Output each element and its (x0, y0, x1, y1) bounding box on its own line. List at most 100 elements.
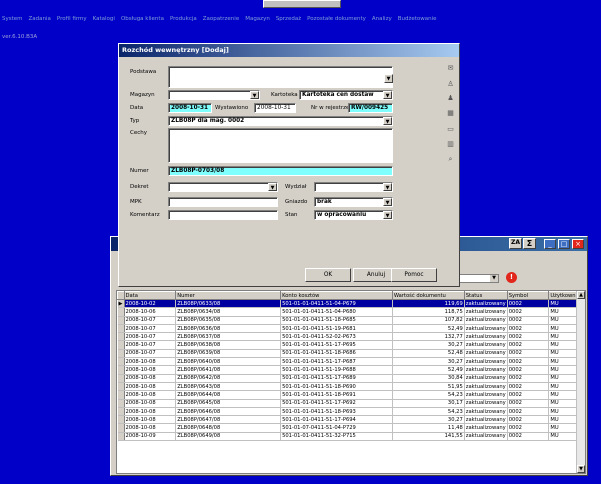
menu-item[interactable]: Zaopatrzenie (203, 16, 239, 22)
table-row[interactable]: 2008-10-08 ZLB08P/0643/08 501-01-01-0411-5… (117, 382, 585, 392)
stop-icon[interactable]: ! (506, 272, 517, 283)
search-icon[interactable]: ⌕ (445, 155, 456, 164)
person-icon[interactable]: ♙ (445, 80, 456, 89)
table-cell: ZLB08P/0646/08 (175, 407, 282, 417)
dekret-select[interactable]: ▼ (168, 182, 278, 192)
people-icon[interactable]: ♟ (445, 94, 456, 103)
table-cell: ZLB08P/0648/08 (175, 423, 282, 433)
komentarz-field[interactable] (168, 210, 278, 220)
table-row[interactable]: 2008-10-08 ZLB08P/0645/08 501-01-01-0411-5… (117, 399, 585, 408)
data-field[interactable]: 2008-10-31 (168, 103, 212, 113)
table-row[interactable]: 2008-10-06 ZLB08P/0634/08 501-01-01-0411-5… (117, 307, 585, 317)
wydzial-select[interactable]: ▼ (314, 182, 393, 192)
table-row[interactable]: 2008-10-08 ZLB08P/0640/08 501-01-01-0411-5… (117, 357, 585, 367)
mpk-label: MPK (130, 199, 142, 205)
table-cell: 501-01-01-0411-51-17-P695 (280, 340, 393, 350)
envelope-icon[interactable]: ✉ (445, 64, 456, 73)
sum-button[interactable]: Σ (523, 238, 536, 249)
cechy-field[interactable] (168, 128, 393, 163)
menu-item[interactable]: Sprzedaż (276, 16, 301, 22)
folders-icon[interactable]: ▭ (445, 125, 456, 134)
calendar-icon[interactable]: ▦ (445, 109, 456, 118)
table-cell: 0002 (507, 365, 550, 375)
vertical-scrollbar[interactable]: ▲ ▼ (576, 291, 585, 473)
table-row[interactable]: ▶ 2008-10-02 ZLB08P/0633/08 501-01-01-0411-… (117, 299, 585, 309)
table-cell: 2008-10-08 (124, 423, 177, 433)
table-row[interactable]: 2008-10-09 ZLB08P/0649/08 501-01-01-0411-5… (117, 432, 585, 442)
typ-select[interactable]: ZLB08P dla mag. 0002 ▼ (168, 116, 393, 126)
menu-item[interactable]: Budżetowanie (398, 16, 437, 22)
kartoteka-select[interactable]: Kartoteka cen dostaw ▼ (299, 90, 393, 100)
menu-item[interactable]: Produkcja (170, 16, 197, 22)
table-cell: 0002 (507, 399, 550, 408)
table-row[interactable]: 2008-10-08 ZLB08P/0648/08 501-01-07-0411-5… (117, 423, 585, 433)
podstawa-field[interactable] (168, 66, 393, 88)
table-cell: 0002 (507, 382, 550, 392)
menu-item[interactable]: Katalogi (93, 16, 115, 22)
table-row[interactable]: 2008-10-07 ZLB08P/0636/08 501-01-01-0411-5… (117, 324, 585, 334)
sort-button[interactable]: ZA (509, 238, 522, 249)
maximize-button[interactable]: □ (558, 239, 570, 249)
column-header[interactable]: Status (463, 291, 508, 300)
table-cell: 501-01-01-0411-52-02-P673 (280, 332, 393, 342)
scroll-down-icon[interactable]: ▼ (577, 465, 585, 473)
stan-select[interactable]: w opracowaniu ▼ (314, 210, 393, 220)
table-cell: 501-01-01-0411-51-18-P693 (280, 407, 393, 417)
chevron-down-icon: ▼ (383, 91, 392, 99)
table-cell: 0002 (507, 349, 550, 359)
menu-item[interactable]: Analizy (372, 16, 392, 22)
table-row[interactable]: 2008-10-08 ZLB08P/0646/08 501-01-01-0411-5… (117, 407, 585, 417)
table-cell: 501-01-01-0411-51-18-P685 (280, 316, 393, 325)
menu-item[interactable]: Obsługa klienta (121, 16, 164, 22)
podstawa-label: Podstawa (130, 69, 157, 75)
column-header[interactable]: Data (123, 291, 177, 300)
close-button[interactable]: × (572, 239, 584, 249)
ok-button[interactable]: OK (305, 268, 351, 282)
column-header[interactable]: Wartość dokumentu (391, 291, 465, 300)
table-cell: zaktualizowany (464, 374, 508, 383)
table-row[interactable]: 2008-10-08 ZLB08P/0644/08 501-01-01-0411-5… (117, 390, 585, 400)
table-cell: ZLB08P/0647/08 (175, 415, 282, 425)
table-cell: 501-01-01-0411-51-18-P686 (280, 349, 393, 359)
table-row[interactable]: 2008-10-07 ZLB08P/0639/08 501-01-01-0411-5… (117, 349, 585, 359)
pomoc-button[interactable]: Pomoc (391, 268, 437, 282)
minimize-button[interactable]: _ (544, 239, 556, 249)
table-row[interactable]: 2008-10-08 ZLB08P/0647/08 501-01-01-0411-5… (117, 415, 585, 425)
column-header[interactable]: Symbol (506, 291, 550, 300)
menu-item[interactable]: Magazyn (245, 16, 270, 22)
table-cell: 2008-10-08 (124, 365, 177, 375)
menu-item[interactable]: Zadania (29, 16, 51, 22)
table-cell: 2008-10-08 (124, 382, 177, 392)
mpk-field[interactable] (168, 197, 278, 207)
table-cell: 132,77 (392, 332, 465, 342)
column-header[interactable]: Numer (175, 291, 282, 300)
table-row[interactable]: 2008-10-07 ZLB08P/0638/08 501-01-01-0411-5… (117, 340, 585, 350)
table-cell: 2008-10-07 (124, 332, 177, 342)
table-row[interactable]: 2008-10-07 ZLB08P/0637/08 501-01-01-0411-5… (117, 332, 585, 342)
chart-icon[interactable]: ▥ (445, 140, 456, 149)
menu-item[interactable]: System (2, 16, 23, 22)
filter-select[interactable]: ▼ (454, 274, 499, 283)
table-row[interactable]: 2008-10-08 ZLB08P/0641/08 501-01-01-0411-5… (117, 365, 585, 375)
column-header[interactable]: Konto kosztów (280, 291, 393, 300)
chevron-down-icon[interactable]: ▼ (384, 74, 393, 83)
table-cell: 51,95 (392, 382, 465, 392)
nr-rejestr-field[interactable]: RW/009425 (348, 103, 393, 113)
wystawiono-field[interactable]: 2008-10-31 (254, 103, 296, 113)
top-panel (263, 0, 341, 8)
menu-item[interactable]: Pozostałe dokumenty (307, 16, 366, 22)
menu-item[interactable]: Profil firmy (57, 16, 87, 22)
magazyn-select[interactable]: ▼ (168, 90, 260, 100)
scroll-up-icon[interactable]: ▲ (577, 291, 585, 299)
table-row[interactable]: 2008-10-08 ZLB08P/0642/08 501-01-01-0411-5… (117, 374, 585, 383)
numer-field[interactable]: ZLB08P-0703/08 (168, 166, 393, 176)
table-cell: 11,48 (392, 423, 465, 433)
table-cell: 30,27 (392, 415, 465, 425)
table-cell: 2008-10-07 (124, 324, 177, 334)
gniazdo-select[interactable]: brak ▼ (314, 197, 393, 207)
table-row[interactable]: 2008-10-07 ZLB08P/0635/08 501-01-01-0411-5… (117, 316, 585, 325)
nr-rejestr-label: Nr w rejestrze (311, 105, 350, 111)
chevron-down-icon: ▼ (383, 198, 392, 206)
wydzial-label: Wydział (285, 184, 307, 190)
table-cell: 0002 (507, 299, 550, 309)
